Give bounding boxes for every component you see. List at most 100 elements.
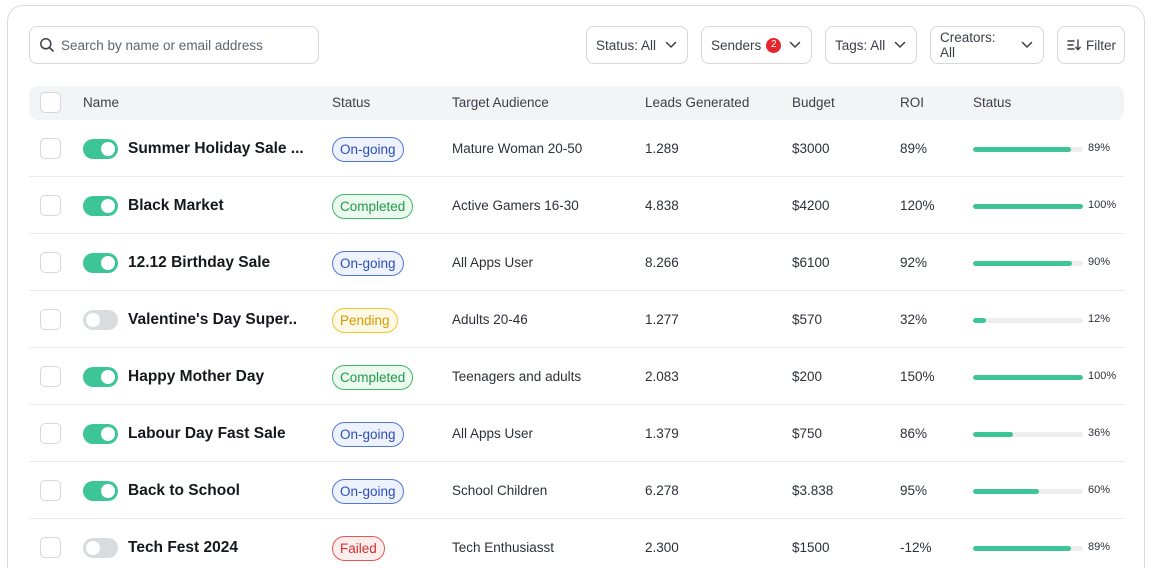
leads-generated: 8.266: [645, 255, 679, 270]
progress-bar-fill: [973, 546, 1071, 551]
chevron-down-icon: [1021, 41, 1033, 49]
campaign-toggle[interactable]: [83, 481, 118, 501]
status-badge: Failed: [332, 536, 385, 561]
roi: -12%: [900, 540, 932, 555]
target-audience: Mature Woman 20-50: [452, 141, 583, 156]
column-header-status[interactable]: Status: [332, 86, 370, 120]
progress-bar-fill: [973, 375, 1083, 380]
table-row[interactable]: Back to School On-going School Children 6.2…: [29, 462, 1124, 519]
chevron-down-icon: [789, 41, 801, 49]
campaign-name: Tech Fest 2024: [128, 539, 238, 556]
leads-generated: 6.278: [645, 483, 679, 498]
progress-percent: 90%: [1088, 256, 1111, 268]
senders-count-badge: 2: [766, 37, 782, 53]
campaign-name: 12.12 Birthday Sale: [128, 254, 271, 271]
progress-percent: 89%: [1088, 541, 1111, 553]
table-row[interactable]: Labour Day Fast Sale On-going All Apps Use…: [29, 405, 1124, 462]
target-audience: School Children: [452, 483, 548, 498]
progress-bar-fill: [973, 432, 1013, 437]
campaign-toggle[interactable]: [83, 538, 118, 558]
row-checkbox[interactable]: [40, 423, 61, 444]
progress-percent: 12%: [1088, 313, 1111, 325]
campaign-toggle[interactable]: [83, 139, 118, 159]
row-checkbox[interactable]: [40, 480, 61, 501]
row-checkbox[interactable]: [40, 309, 61, 330]
budget: $750: [792, 426, 823, 441]
roi: 86%: [900, 426, 928, 441]
roi: 120%: [900, 198, 935, 213]
progress-bar: [973, 318, 1083, 323]
search-box[interactable]: [29, 26, 319, 64]
progress-percent: 36%: [1088, 427, 1111, 439]
target-audience: Tech Enthusiasst: [452, 540, 555, 555]
creators-filter-label: Creators: All: [940, 30, 996, 60]
column-header-progress-status[interactable]: Status: [973, 86, 1011, 120]
tags-filter-dropdown[interactable]: Tags: All: [825, 26, 917, 64]
budget: $1500: [792, 540, 830, 555]
budget: $4200: [792, 198, 830, 213]
progress-bar: [973, 375, 1083, 380]
roi: 95%: [900, 483, 928, 498]
campaign-toggle[interactable]: [83, 310, 118, 330]
leads-generated: 1.289: [645, 141, 679, 156]
campaign-name: Happy Mother Day: [128, 368, 265, 385]
progress-bar: [973, 204, 1083, 209]
campaign-toggle[interactable]: [83, 367, 118, 387]
column-header-budget[interactable]: Budget: [792, 86, 835, 120]
row-checkbox[interactable]: [40, 366, 61, 387]
status-badge: On-going: [332, 422, 404, 447]
table-header: Name Status Target Audience Leads Genera…: [29, 86, 1124, 120]
progress-percent: 100%: [1088, 199, 1117, 211]
campaign-toggle[interactable]: [83, 253, 118, 273]
progress-bar-fill: [973, 261, 1072, 266]
toggle-knob: [86, 541, 100, 555]
toggle-knob: [86, 313, 100, 327]
column-header-roi[interactable]: ROI: [900, 86, 924, 120]
progress-bar-fill: [973, 147, 1071, 152]
campaign-name: Back to School: [128, 482, 240, 499]
status-badge: Pending: [332, 308, 398, 333]
senders-filter-dropdown[interactable]: Senders 2: [701, 26, 812, 64]
status-filter-dropdown[interactable]: Status: All: [586, 26, 688, 64]
campaign-name: Summer Holiday Sale ...: [128, 140, 304, 157]
progress-bar: [973, 489, 1083, 494]
progress-bar: [973, 432, 1083, 437]
progress-bar: [973, 147, 1083, 152]
leads-generated: 1.277: [645, 312, 679, 327]
leads-generated: 2.083: [645, 369, 679, 384]
progress-bar: [973, 546, 1083, 551]
creators-filter-dropdown[interactable]: Creators: All: [930, 26, 1044, 64]
campaign-toggle[interactable]: [83, 196, 118, 216]
table-row[interactable]: Summer Holiday Sale ... On-going Mature Wo…: [29, 120, 1124, 177]
target-audience: Active Gamers 16-30: [452, 198, 579, 213]
budget: $570: [792, 312, 823, 327]
row-checkbox[interactable]: [40, 138, 61, 159]
roi: 92%: [900, 255, 928, 270]
column-header-leads-generated[interactable]: Leads Generated: [645, 86, 749, 120]
leads-generated: 4.838: [645, 198, 679, 213]
progress-percent: 60%: [1088, 484, 1111, 496]
table-row[interactable]: 12.12 Birthday Sale On-going All Apps User…: [29, 234, 1124, 291]
search-input[interactable]: [61, 37, 301, 53]
status-badge: Completed: [332, 365, 414, 390]
leads-generated: 2.300: [645, 540, 679, 555]
campaign-toggle[interactable]: [83, 424, 118, 444]
column-header-name[interactable]: Name: [83, 86, 119, 120]
table-row[interactable]: Happy Mother Day Completed Teenagers and a…: [29, 348, 1124, 405]
sort-filter-icon: [1067, 39, 1081, 51]
toggle-knob: [101, 484, 115, 498]
campaign-name: Black Market: [128, 197, 224, 214]
table-row[interactable]: Valentine's Day Super.. Pending Adults 20-…: [29, 291, 1124, 348]
status-badge: Completed: [332, 194, 414, 219]
table-row[interactable]: Tech Fest 2024 Failed Tech Enthusiasst 2.30…: [29, 519, 1124, 568]
filter-button[interactable]: Filter: [1057, 26, 1125, 64]
row-checkbox[interactable]: [40, 537, 61, 558]
select-all-checkbox[interactable]: [40, 92, 61, 113]
row-checkbox[interactable]: [40, 252, 61, 273]
row-checkbox[interactable]: [40, 195, 61, 216]
table-row[interactable]: Black Market Completed Active Gamers 16-30…: [29, 177, 1124, 234]
search-icon: [39, 37, 55, 53]
leads-generated: 1.379: [645, 426, 679, 441]
column-header-target-audience[interactable]: Target Audience: [452, 86, 549, 120]
chevron-down-icon: [894, 41, 906, 49]
